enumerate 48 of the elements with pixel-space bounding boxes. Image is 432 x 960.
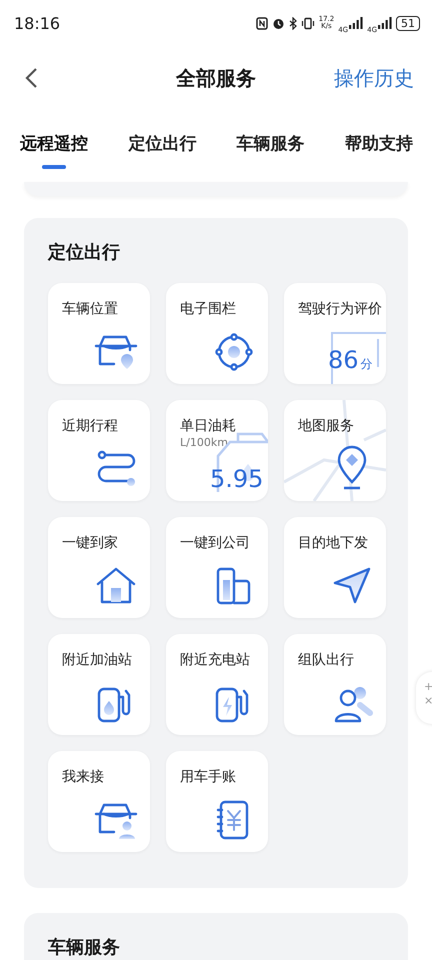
tile-label: 目的地下发: [298, 534, 368, 552]
section-title: 定位出行: [48, 241, 121, 264]
tile-label: 附近加油站: [62, 651, 132, 669]
service-tile[interactable]: 车辆位置: [48, 283, 150, 384]
service-tile[interactable]: 附近充电站: [166, 634, 268, 735]
service-tile[interactable]: 附近加油站: [48, 634, 150, 735]
service-tile[interactable]: 电子围栏: [166, 283, 268, 384]
page-title: 全部服务: [176, 64, 256, 92]
tile-label: 近期行程: [62, 417, 118, 435]
tile-label: 驾驶行为评价: [298, 300, 382, 318]
signal-icon: [378, 17, 392, 29]
status-time: 18:16: [14, 14, 60, 32]
tile-label: 一键到家: [62, 534, 118, 552]
category-tab[interactable]: 车辆服务: [236, 124, 305, 170]
category-tab[interactable]: 定位出行: [128, 124, 196, 170]
tile-label: 地图服务: [298, 417, 354, 435]
service-tile[interactable]: 目的地下发: [284, 517, 386, 618]
tile-label: 一键到公司: [180, 534, 250, 552]
tile-label: 单日油耗: [180, 417, 236, 435]
service-tile[interactable]: 单日油耗 L/100km 5.95: [166, 400, 268, 501]
nfc-icon: [256, 16, 268, 30]
section-title: 车辆服务: [48, 936, 121, 959]
service-tile[interactable]: 我来接: [48, 751, 150, 852]
alarm-icon: [272, 16, 285, 30]
score-value: 86 分: [328, 346, 373, 374]
category-tab[interactable]: 远程遥控: [20, 124, 88, 170]
bluetooth-icon: [288, 16, 297, 30]
tile-label: 用车手账: [180, 768, 236, 786]
service-tile[interactable]: 近期行程: [48, 400, 150, 501]
history-link[interactable]: 操作历史: [334, 64, 414, 92]
chart-frame-drawing: [330, 329, 386, 384]
tile-label: 组队出行: [298, 651, 354, 669]
service-tile[interactable]: 驾驶行为评价 86 分: [284, 283, 386, 384]
service-tile[interactable]: 一键到家: [48, 517, 150, 618]
fuel-value: 5.95: [210, 465, 264, 493]
tile-label: 车辆位置: [62, 300, 118, 318]
tile-label: 我来接: [62, 768, 104, 786]
service-tile[interactable]: 地图服务: [284, 400, 386, 501]
battery-level: 51: [396, 16, 420, 30]
vibrate-icon: [300, 16, 315, 30]
category-tab[interactable]: 帮助支持: [344, 124, 413, 170]
service-tile[interactable]: 一键到公司: [166, 517, 268, 618]
service-tile[interactable]: 用车手账: [166, 751, 268, 852]
tile-label: 附近充电站: [180, 651, 250, 669]
fuel-unit: L/100km: [180, 436, 228, 449]
signal-icon: [349, 17, 364, 29]
tile-label: 电子围栏: [180, 300, 236, 318]
service-tile[interactable]: 组队出行: [284, 634, 386, 735]
